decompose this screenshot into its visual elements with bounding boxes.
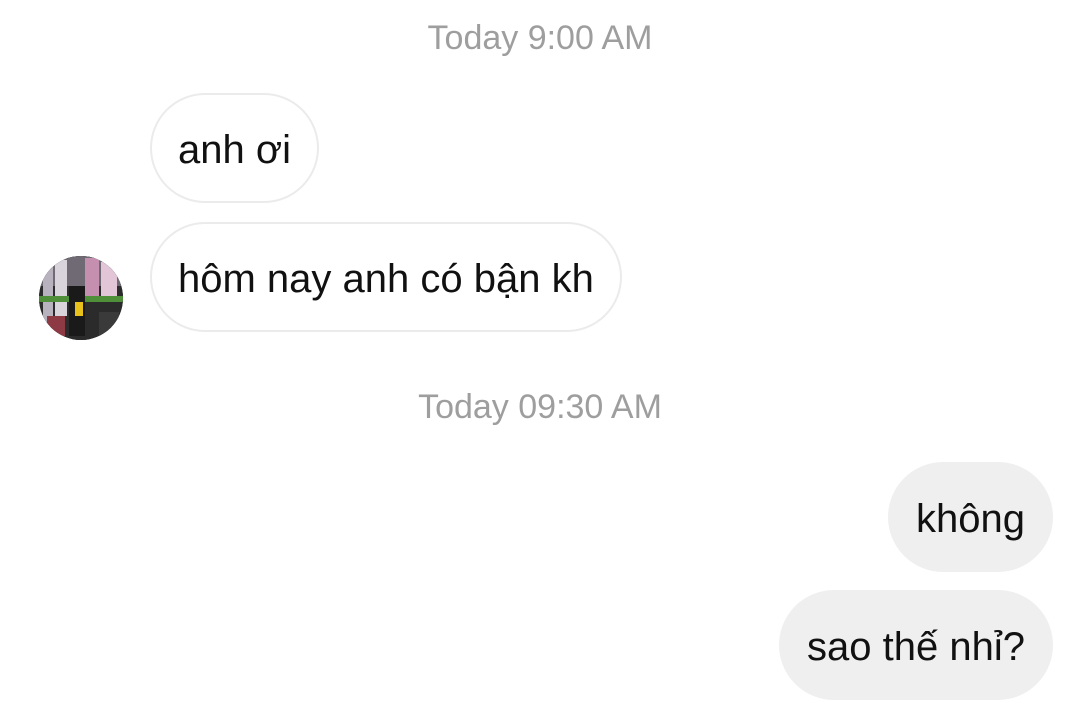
incoming-message-bubble[interactable]: hôm nay anh có bận kh [150,222,622,332]
outgoing-message-bubble[interactable]: sao thế nhỉ? [779,590,1053,700]
timestamp-divider: Today 9:00 AM [427,19,653,57]
incoming-message-bubble[interactable]: anh ơi [150,93,319,203]
outgoing-message-bubble[interactable]: không [888,462,1053,572]
sender-avatar[interactable] [39,256,123,340]
chat-thread: Today 9:00 AM anh ơi hôm nay anh có bận … [0,0,1080,718]
timestamp-divider: Today 09:30 AM [418,388,662,426]
avatar-photo [39,256,123,340]
